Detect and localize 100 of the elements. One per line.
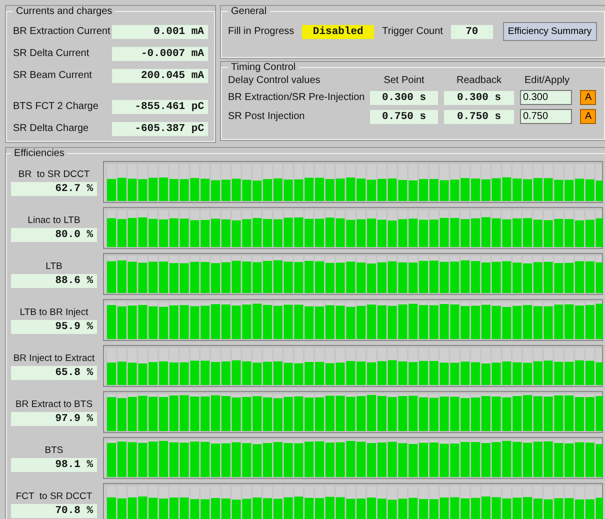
readout-value: 80.0 % [11, 228, 97, 242]
apply-button[interactable]: A [580, 109, 596, 124]
column-header: Set Point [382, 75, 426, 86]
bar [367, 362, 376, 385]
bar [398, 180, 408, 201]
bar [252, 497, 262, 519]
bar [356, 178, 366, 201]
bar [460, 362, 470, 385]
bar [564, 395, 574, 431]
readout-value: 62.7 % [11, 182, 97, 196]
bar [304, 218, 314, 247]
bar [252, 396, 262, 431]
bar [564, 443, 574, 477]
bar [460, 442, 470, 477]
bar [471, 498, 480, 519]
bar [419, 260, 428, 293]
bar [502, 498, 512, 519]
bar [367, 264, 376, 293]
bar [356, 219, 366, 247]
bar [512, 218, 522, 247]
bar [294, 396, 304, 431]
field-label: BR Extraction Current [13, 26, 110, 37]
bar [398, 219, 408, 247]
bar [367, 443, 376, 477]
bar [138, 396, 148, 431]
bar [564, 304, 574, 339]
bar [148, 262, 158, 293]
bar [200, 396, 210, 431]
bar [460, 260, 470, 293]
bar [242, 304, 252, 339]
bar [564, 180, 574, 201]
bar [471, 178, 480, 201]
bar [211, 362, 220, 385]
readout-value: 97.9 % [11, 412, 97, 426]
readout-value: -855.461 pC [112, 100, 208, 114]
bar [523, 218, 532, 247]
bar [190, 360, 200, 385]
bar [419, 360, 428, 385]
bar [346, 498, 356, 519]
bar [190, 262, 200, 293]
bar [564, 219, 574, 247]
input-field[interactable]: 0.750 [520, 109, 572, 124]
apply-button[interactable]: A [580, 90, 596, 105]
panel-title: Currents and charges [15, 6, 114, 17]
bar [356, 396, 366, 431]
bar [367, 498, 376, 519]
field-label: Trigger Count [382, 26, 443, 37]
bar [263, 498, 272, 519]
readout-value: -605.387 pC [112, 122, 208, 136]
bar [419, 179, 428, 201]
bar [408, 180, 418, 201]
bar [148, 396, 158, 431]
bar [190, 499, 200, 519]
bar [564, 498, 574, 519]
efficiency-summary-button[interactable]: Efficiency Summary [502, 22, 597, 41]
bar [190, 178, 200, 201]
bar [159, 440, 168, 477]
bar [356, 442, 366, 477]
bar [471, 218, 480, 247]
bar [460, 498, 470, 519]
bar [575, 178, 584, 201]
bar [460, 178, 470, 201]
bar [159, 397, 168, 431]
bar [107, 362, 116, 385]
bar [252, 262, 262, 293]
bar [554, 362, 564, 385]
bar [159, 219, 168, 247]
readout-value: 0.750 s [370, 110, 438, 124]
bar [211, 180, 220, 201]
bar [564, 262, 574, 293]
input-field[interactable]: 0.300 [520, 90, 572, 105]
bar [148, 498, 158, 519]
bar [471, 261, 480, 293]
column-header: Readback [455, 75, 503, 86]
bar [148, 178, 158, 201]
bar [159, 262, 168, 293]
bar [107, 305, 116, 339]
bar [200, 262, 210, 293]
bar [304, 498, 314, 519]
bar [159, 178, 168, 201]
readout-value: 0.300 s [370, 90, 438, 104]
bar [450, 262, 460, 293]
bar [263, 260, 272, 293]
bar [263, 443, 272, 477]
field-label: BR Inject to Extract [13, 352, 95, 364]
bar [523, 263, 532, 293]
bar [419, 442, 428, 477]
bar [190, 306, 200, 339]
bar [315, 218, 324, 247]
bar [242, 219, 252, 247]
bar [523, 179, 532, 201]
field-label: SR Beam Current [13, 70, 92, 81]
bar [346, 361, 356, 385]
bar [502, 440, 512, 477]
bar [211, 395, 220, 431]
bar [138, 179, 148, 201]
field-label: BR Extract to BTS [15, 398, 93, 410]
bar [356, 262, 366, 293]
bar [252, 444, 262, 477]
bar [398, 443, 408, 477]
